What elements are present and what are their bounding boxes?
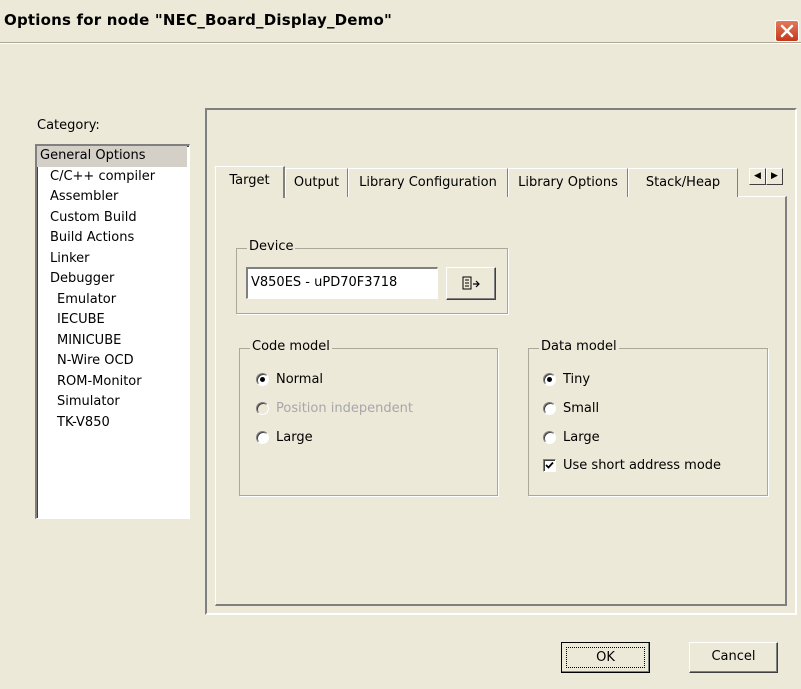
close-icon: [780, 24, 794, 38]
code-model-large-radio[interactable]: [256, 431, 269, 444]
category-item-iecube[interactable]: IECUBE: [37, 310, 189, 331]
tab-scroll-right-button[interactable]: ▶: [766, 168, 783, 185]
category-item-general-options[interactable]: General Options: [37, 146, 187, 167]
category-list[interactable]: General Options C/C++ compiler Assembler…: [35, 144, 190, 519]
tab-target[interactable]: Target: [215, 166, 285, 198]
title-bar: Options for node "NEC_Board_Display_Demo…: [0, 0, 801, 42]
data-model-tiny-radio[interactable]: [543, 373, 556, 386]
category-item-debugger[interactable]: Debugger: [37, 269, 189, 290]
tab-library-options[interactable]: Library Options: [508, 168, 628, 197]
code-model-position-independent-label: Position independent: [276, 401, 413, 416]
category-item-simulator[interactable]: Simulator: [37, 392, 189, 413]
checkmark-icon: [545, 461, 554, 469]
category-item-minicube[interactable]: MINICUBE: [37, 331, 189, 352]
arrow-right-icon: ▶: [771, 171, 778, 181]
data-model-large-label: Large: [563, 430, 600, 445]
data-model-small-radio[interactable]: [543, 402, 556, 415]
arrow-left-icon: ◀: [754, 171, 761, 181]
code-model-legend: Code model: [250, 339, 332, 354]
cancel-button[interactable]: Cancel: [689, 642, 778, 673]
title-divider: [0, 42, 801, 44]
code-model-position-independent-radio: [256, 402, 269, 415]
device-legend: Device: [247, 239, 296, 254]
short-address-mode-checkbox[interactable]: [543, 459, 556, 472]
category-item-build-actions[interactable]: Build Actions: [37, 228, 189, 249]
data-model-large-radio[interactable]: [543, 431, 556, 444]
code-model-large-label: Large: [276, 430, 313, 445]
category-item-assembler[interactable]: Assembler: [37, 187, 189, 208]
category-item-c-cpp-compiler[interactable]: C/C++ compiler: [37, 167, 189, 188]
device-select-icon: [462, 276, 480, 290]
category-item-tk-v850[interactable]: TK-V850: [37, 413, 189, 434]
device-field[interactable]: V850ES - uPD70F3718: [246, 267, 438, 299]
close-button[interactable]: [775, 20, 799, 42]
tab-library-configuration[interactable]: Library Configuration: [348, 168, 508, 197]
ok-button-label: OK: [566, 647, 645, 668]
category-item-n-wire-ocd[interactable]: N-Wire OCD: [37, 351, 189, 372]
device-select-button[interactable]: [446, 267, 496, 300]
data-model-small-label: Small: [563, 401, 600, 416]
tab-stack-heap[interactable]: Stack/Heap: [628, 168, 738, 197]
code-model-normal-radio[interactable]: [256, 373, 269, 386]
category-item-rom-monitor[interactable]: ROM-Monitor: [37, 372, 189, 393]
short-address-mode-label: Use short address mode: [563, 458, 722, 473]
ok-button[interactable]: OK: [561, 642, 650, 673]
category-label: Category:: [37, 118, 100, 133]
data-model-tiny-label: Tiny: [563, 372, 591, 387]
window-title: Options for node "NEC_Board_Display_Demo…: [4, 11, 393, 29]
data-model-legend: Data model: [539, 339, 619, 354]
code-model-normal-label: Normal: [276, 372, 324, 387]
category-item-linker[interactable]: Linker: [37, 249, 189, 270]
category-item-custom-build[interactable]: Custom Build: [37, 208, 189, 229]
tab-scroll-left-button[interactable]: ◀: [749, 168, 766, 185]
tab-output[interactable]: Output: [285, 168, 348, 197]
category-item-emulator[interactable]: Emulator: [37, 290, 189, 311]
